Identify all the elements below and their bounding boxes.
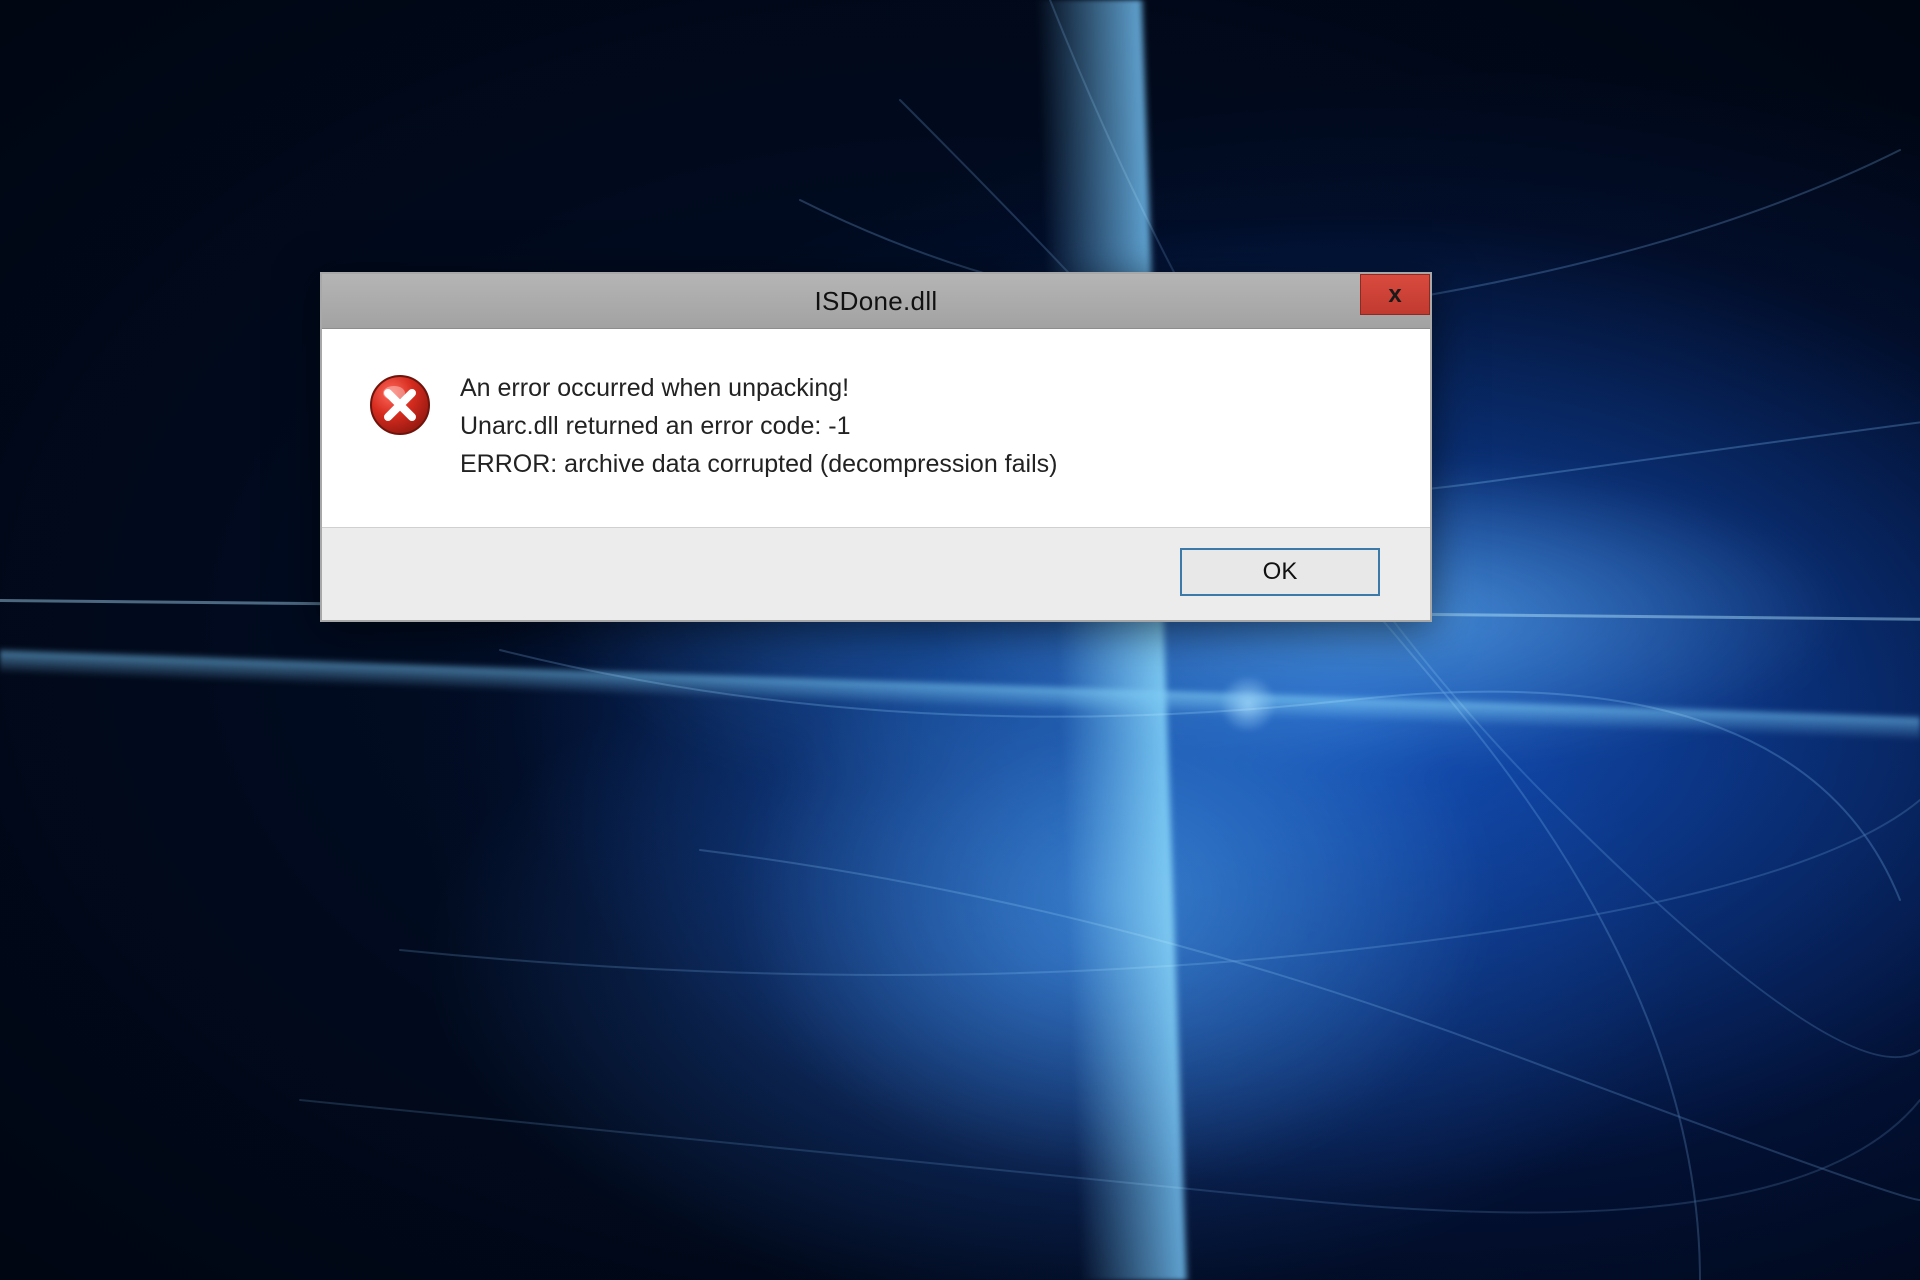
ok-button-label: OK <box>1263 558 1298 586</box>
dialog-titlebar[interactable]: ISDone.dll x <box>322 274 1430 329</box>
error-message-line-1: An error occurred when unpacking! <box>460 369 1057 407</box>
close-icon: x <box>1388 281 1401 309</box>
dialog-content: An error occurred when unpacking! Unarc.… <box>322 329 1430 527</box>
light-strands <box>0 0 1920 1280</box>
error-message-line-2: Unarc.dll returned an error code: -1 <box>460 407 1057 445</box>
error-dialog: ISDone.dll x An error occurred when <box>320 272 1432 622</box>
dialog-title: ISDone.dll <box>815 286 938 317</box>
close-button[interactable]: x <box>1360 274 1430 315</box>
dialog-footer: OK <box>322 527 1430 620</box>
error-icon <box>368 373 432 442</box>
error-message: An error occurred when unpacking! Unarc.… <box>460 369 1057 483</box>
ok-button[interactable]: OK <box>1180 548 1380 596</box>
error-message-line-3: ERROR: archive data corrupted (decompres… <box>460 445 1057 483</box>
